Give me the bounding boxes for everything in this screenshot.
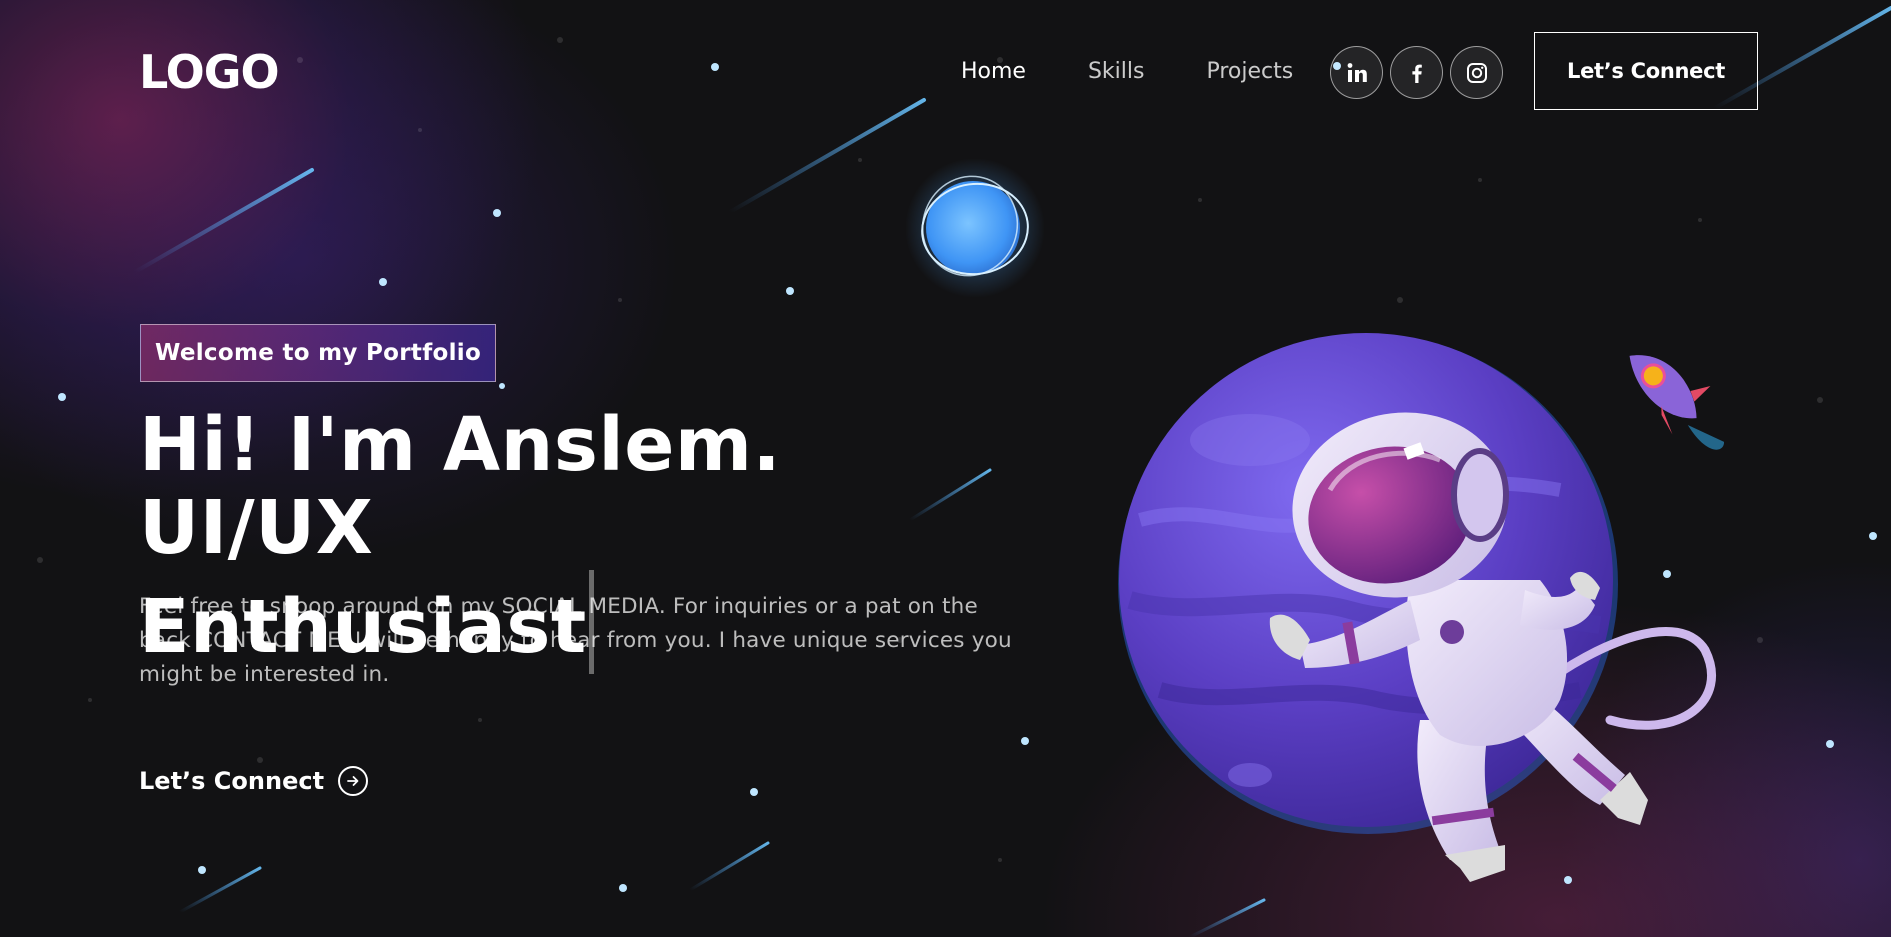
blue-planet [905, 158, 1045, 298]
navbar: LOGO Home Skills Projects Let’s Connect [0, 0, 1891, 140]
hero-intro: Feel free to snoop around on my SOCIAL M… [139, 594, 1012, 687]
logo[interactable]: LOGO [139, 44, 280, 100]
nav-links: Home Skills Projects [930, 54, 1324, 90]
social-links [1330, 46, 1503, 99]
nav-link-skills[interactable]: Skills [1057, 54, 1176, 90]
facebook-icon [1411, 64, 1422, 83]
facebook-button[interactable] [1390, 46, 1443, 99]
tagline-badge: Welcome to my Portfolio [140, 324, 497, 382]
instagram-icon [1466, 62, 1487, 83]
arrow-right-circle-icon [338, 766, 369, 796]
astronaut-planet-illustration [1118, 333, 1725, 882]
page: LOGO Home Skills Projects Let’s Connect … [0, 0, 1891, 937]
linkedin-button[interactable] [1330, 46, 1383, 99]
rocket [1629, 355, 1725, 450]
headline-line-1: Hi! I'm Anslem. UI/UX [139, 402, 782, 571]
lets-connect-button[interactable]: Let’s Connect [1534, 32, 1758, 110]
nav-link-home[interactable]: Home [930, 54, 1057, 90]
instagram-button[interactable] [1450, 46, 1503, 99]
hero-connect-link[interactable]: Let’s Connect [139, 766, 369, 796]
linkedin-icon [1347, 62, 1367, 82]
nav-link-projects[interactable]: Projects [1175, 54, 1324, 90]
hero-connect-label: Let’s Connect [139, 767, 325, 795]
